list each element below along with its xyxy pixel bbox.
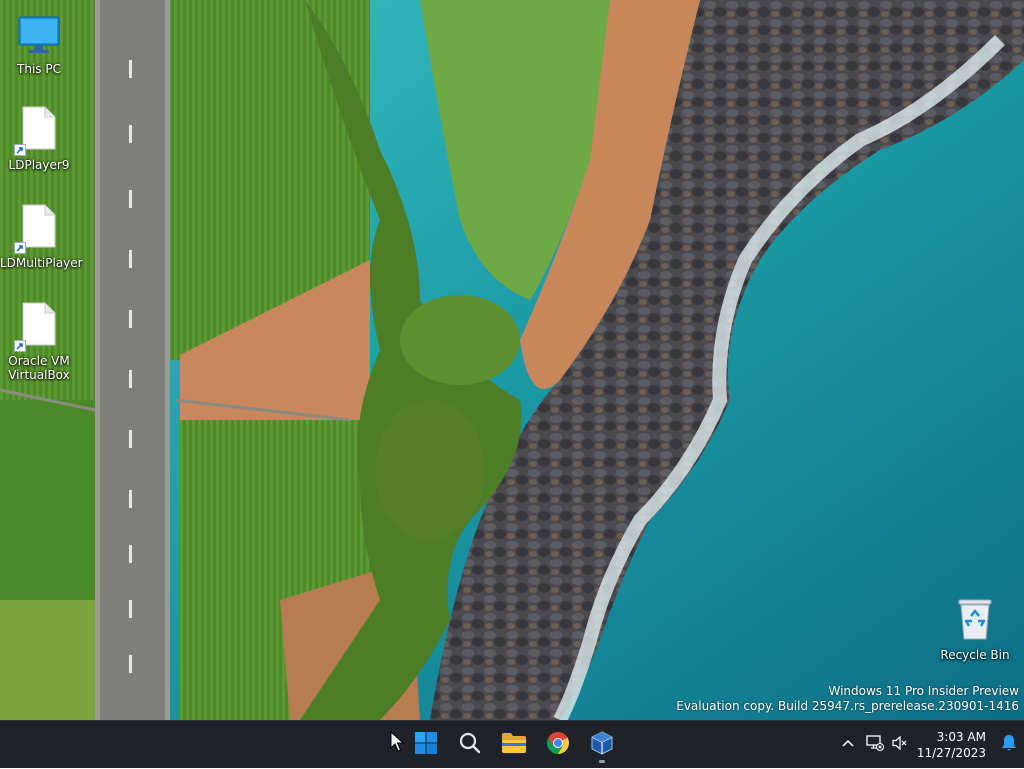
- shortcut-arrow-icon: [14, 242, 26, 254]
- shortcut-arrow-icon: [14, 144, 26, 156]
- desktop-icon-ldmultiplayer[interactable]: LDMultiPlayer: [0, 203, 83, 270]
- desktop-icon-label: Oracle VM VirtualBox: [8, 354, 70, 382]
- recycle-bin-icon: [956, 597, 994, 644]
- search-icon: [458, 731, 482, 759]
- windows-logo-icon: [414, 731, 438, 759]
- clock-date: 11/27/2023: [916, 746, 986, 760]
- desktop-icon-label: This PC: [17, 62, 61, 76]
- notifications-button[interactable]: [994, 725, 1024, 765]
- desktop-icon-this-pc[interactable]: This PC: [0, 10, 78, 76]
- shortcut-arrow-icon: [14, 340, 26, 352]
- network-disconnected-icon: [866, 735, 884, 755]
- blank-document-icon: [21, 301, 57, 350]
- monitor-icon: [17, 15, 61, 58]
- volume-button[interactable]: [889, 725, 911, 765]
- show-hidden-icons-button[interactable]: [835, 725, 861, 765]
- mouse-cursor-icon: [390, 730, 405, 757]
- desktop-icon-oracle-vm-virtualbox[interactable]: Oracle VM VirtualBox: [0, 302, 78, 382]
- network-status-button[interactable]: [861, 725, 889, 765]
- desktop-icon-label: LDMultiPlayer: [0, 256, 83, 270]
- virtualbox-icon: [590, 731, 614, 759]
- running-indicator: [599, 760, 605, 763]
- desktop-icon-recycle-bin[interactable]: Recycle Bin: [936, 596, 1014, 662]
- virtualbox-button[interactable]: [582, 725, 622, 765]
- blank-document-icon: [21, 105, 57, 154]
- start-button[interactable]: [406, 725, 446, 765]
- watermark-edition: Windows 11 Pro Insider Preview: [828, 684, 1019, 698]
- taskbar: 3:03 AM 11/27/2023: [0, 720, 1024, 768]
- speaker-muted-icon: [892, 735, 908, 755]
- clock-button[interactable]: 3:03 AM 11/27/2023: [911, 725, 994, 765]
- clock-time: 3:03 AM: [936, 730, 986, 744]
- build-watermark: Windows 11 Pro Insider Preview Evaluatio…: [676, 684, 1019, 714]
- folder-icon: [501, 732, 527, 758]
- search-button[interactable]: [450, 725, 490, 765]
- chrome-button[interactable]: [538, 725, 578, 765]
- chrome-icon: [546, 731, 570, 759]
- chevron-up-icon: [841, 736, 855, 755]
- bell-icon: [1001, 734, 1017, 756]
- system-tray: 3:03 AM 11/27/2023: [835, 721, 1024, 769]
- watermark-build: Evaluation copy. Build 25947.rs_prerelea…: [676, 699, 1019, 713]
- desktop-icon-ldplayer9[interactable]: LDPlayer9: [0, 106, 78, 172]
- blank-document-icon: [21, 203, 57, 252]
- taskbar-pinned-apps: [404, 721, 624, 769]
- desktop-icon-label: Recycle Bin: [940, 648, 1010, 662]
- desktop-wallpaper: [0, 0, 1024, 720]
- desktop-icon-label: LDPlayer9: [8, 158, 70, 172]
- file-explorer-button[interactable]: [494, 725, 534, 765]
